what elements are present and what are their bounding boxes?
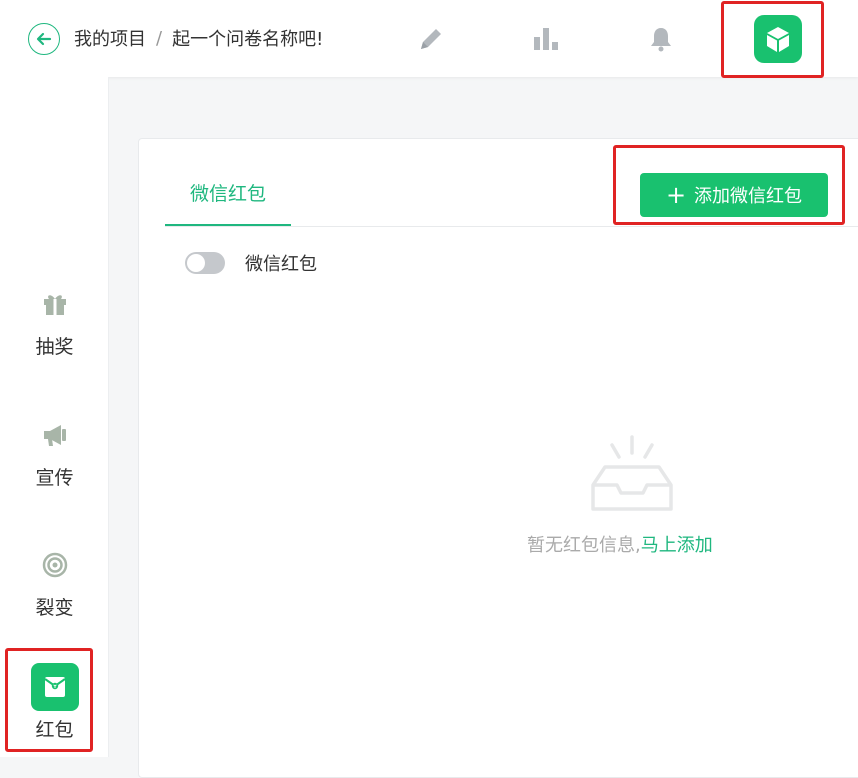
back-button[interactable]: [28, 23, 60, 55]
bar-chart-icon[interactable]: [531, 24, 561, 54]
plus-icon: +: [665, 181, 687, 209]
arrow-left-icon: [36, 32, 52, 46]
red-envelope-icon: [30, 663, 79, 711]
breadcrumb-root[interactable]: 我的项目: [74, 25, 146, 51]
sidebar-item-label: 宣传: [35, 467, 74, 489]
cube-icon: [767, 27, 789, 52]
sidebar-item-label: 抽奖: [35, 336, 74, 358]
add-button-label: 添加微信红包: [694, 186, 803, 207]
empty-message: 暂无红包信息,: [527, 535, 641, 556]
sidebar-item-red-envelope[interactable]: 红包: [0, 663, 109, 763]
gift-icon: [31, 280, 79, 328]
megaphone-icon: [31, 411, 79, 459]
bell-icon[interactable]: [646, 24, 676, 54]
toggle-label: 微信红包: [245, 254, 317, 275]
broadcast-icon: [31, 541, 79, 589]
breadcrumb: 我的项目 / 起一个问卷名称吧!: [74, 25, 324, 51]
sidebar-item-label: 裂变: [35, 597, 74, 619]
empty-state-text: 暂无红包信息,马上添加: [527, 531, 713, 557]
breadcrumb-current: 起一个问卷名称吧!: [172, 29, 324, 50]
add-red-envelope-button[interactable]: + 添加微信红包: [640, 173, 828, 217]
sidebar: 抽奖 宣传 裂变 红包: [0, 77, 109, 757]
red-envelope-panel: 微信红包 + 添加微信红包 微信红包 暂无红包信息,马上添加: [138, 138, 858, 778]
edit-icon[interactable]: [416, 24, 446, 54]
top-header: 我的项目 / 起一个问卷名称吧!: [0, 0, 858, 77]
marketing-tools-button[interactable]: [754, 15, 802, 63]
breadcrumb-separator: /: [156, 27, 163, 49]
add-now-link[interactable]: 马上添加: [641, 535, 713, 556]
tab-divider: [165, 226, 858, 227]
sidebar-item-lottery[interactable]: 抽奖: [0, 280, 109, 380]
sidebar-item-label: 红包: [35, 719, 74, 741]
red-envelope-toggle[interactable]: [185, 252, 225, 274]
sidebar-item-fission[interactable]: 裂变: [0, 541, 109, 641]
empty-inbox-icon: [591, 435, 673, 511]
sidebar-item-promotion[interactable]: 宣传: [0, 411, 109, 511]
tab-wechat-red-envelope[interactable]: 微信红包: [165, 179, 291, 227]
